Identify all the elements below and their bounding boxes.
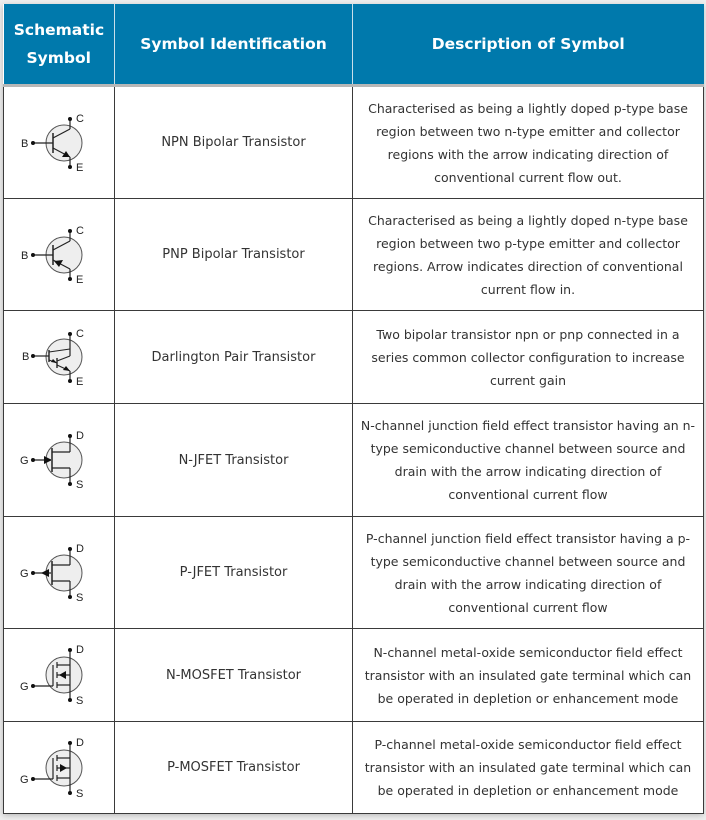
p-mosfet-icon: G D S [20, 737, 84, 800]
terminal-label: B [22, 351, 29, 363]
terminal-label: G [20, 774, 29, 786]
n-jfet-icon: G D S [20, 430, 84, 491]
symbol-cell: B C E [3, 310, 115, 404]
header-schematic-symbol: Schematic Symbol [3, 4, 115, 87]
terminal-label: B [21, 250, 28, 262]
terminal-label: S [76, 479, 83, 491]
terminal-label: S [76, 592, 83, 604]
terminal-label: S [76, 695, 83, 707]
terminal-label: G [20, 681, 29, 693]
symbol-cell: G D S [3, 628, 115, 722]
terminal-label: D [76, 737, 84, 749]
symbol-cell: G D S [3, 721, 115, 814]
symbol-cell: G D S [3, 516, 115, 629]
terminal-label: E [76, 162, 83, 174]
symbol-description: N-channel metal-oxide semiconductor fiel… [352, 628, 704, 722]
symbol-description: P-channel junction field effect transist… [352, 516, 704, 629]
symbol-cell: B C E [3, 198, 115, 311]
symbol-identification: P-MOSFET Transistor [114, 721, 353, 814]
terminal-label: G [20, 568, 29, 580]
pnp-transistor-icon: B C E [21, 225, 84, 286]
header-symbol-identification: Symbol Identification [114, 4, 353, 87]
terminal-label: E [76, 376, 83, 388]
symbol-identification: PNP Bipolar Transistor [114, 198, 353, 311]
table-row: B C E PNP Bipolar Transistor Characteris… [3, 198, 704, 311]
symbol-description: Characterised as being a lightly doped p… [352, 85, 704, 199]
table-row: G D S P-MOSFET Transistor P-channel meta… [3, 721, 704, 814]
terminal-label: C [76, 328, 84, 340]
symbol-identification: Darlington Pair Transistor [114, 310, 353, 404]
symbol-identification: N-JFET Transistor [114, 403, 353, 517]
terminal-label: C [76, 225, 84, 237]
terminal-label: D [76, 430, 84, 442]
terminal-label: S [76, 788, 83, 800]
npn-transistor-icon: B C E [21, 113, 84, 174]
symbol-identification: P-JFET Transistor [114, 516, 353, 629]
symbol-identification: NPN Bipolar Transistor [114, 85, 353, 199]
symbol-description: Two bipolar transistor npn or pnp connec… [352, 310, 704, 404]
table-row: G D S N-MOSFET Transistor N-channel meta… [3, 628, 704, 722]
n-mosfet-icon: G D S [20, 644, 84, 707]
terminal-label: E [76, 274, 83, 286]
symbol-cell: B C E [3, 85, 115, 199]
terminal-label: D [76, 543, 84, 555]
symbol-description: Characterised as being a lightly doped n… [352, 198, 704, 311]
transistor-symbols-table: Schematic Symbol Symbol Identification D… [3, 4, 704, 814]
table-header: Schematic Symbol Symbol Identification D… [3, 4, 704, 87]
header-description: Description of Symbol [352, 4, 704, 87]
terminal-label: D [76, 644, 84, 656]
terminal-label: B [21, 138, 28, 150]
table-row: G D S P-JFET Transistor P-channel juncti… [3, 516, 704, 629]
terminal-label: G [20, 455, 29, 467]
table-row: B C E NPN Bipolar Transistor Characteris… [3, 85, 704, 199]
symbol-identification: N-MOSFET Transistor [114, 628, 353, 722]
table-row: G D S N-JFET Transistor N-channel juncti… [3, 403, 704, 517]
terminal-label: C [76, 113, 84, 125]
table-row: B C E Darlington Pair Transistor Two bip… [3, 310, 704, 404]
symbol-cell: G D S [3, 403, 115, 517]
darlington-pair-icon: B C E [22, 328, 84, 388]
p-jfet-icon: G D S [20, 543, 84, 604]
transistor-symbols-table-container: Schematic Symbol Symbol Identification D… [3, 4, 704, 814]
symbol-description: P-channel metal-oxide semiconductor fiel… [352, 721, 704, 814]
symbol-description: N-channel junction field effect transist… [352, 403, 704, 517]
